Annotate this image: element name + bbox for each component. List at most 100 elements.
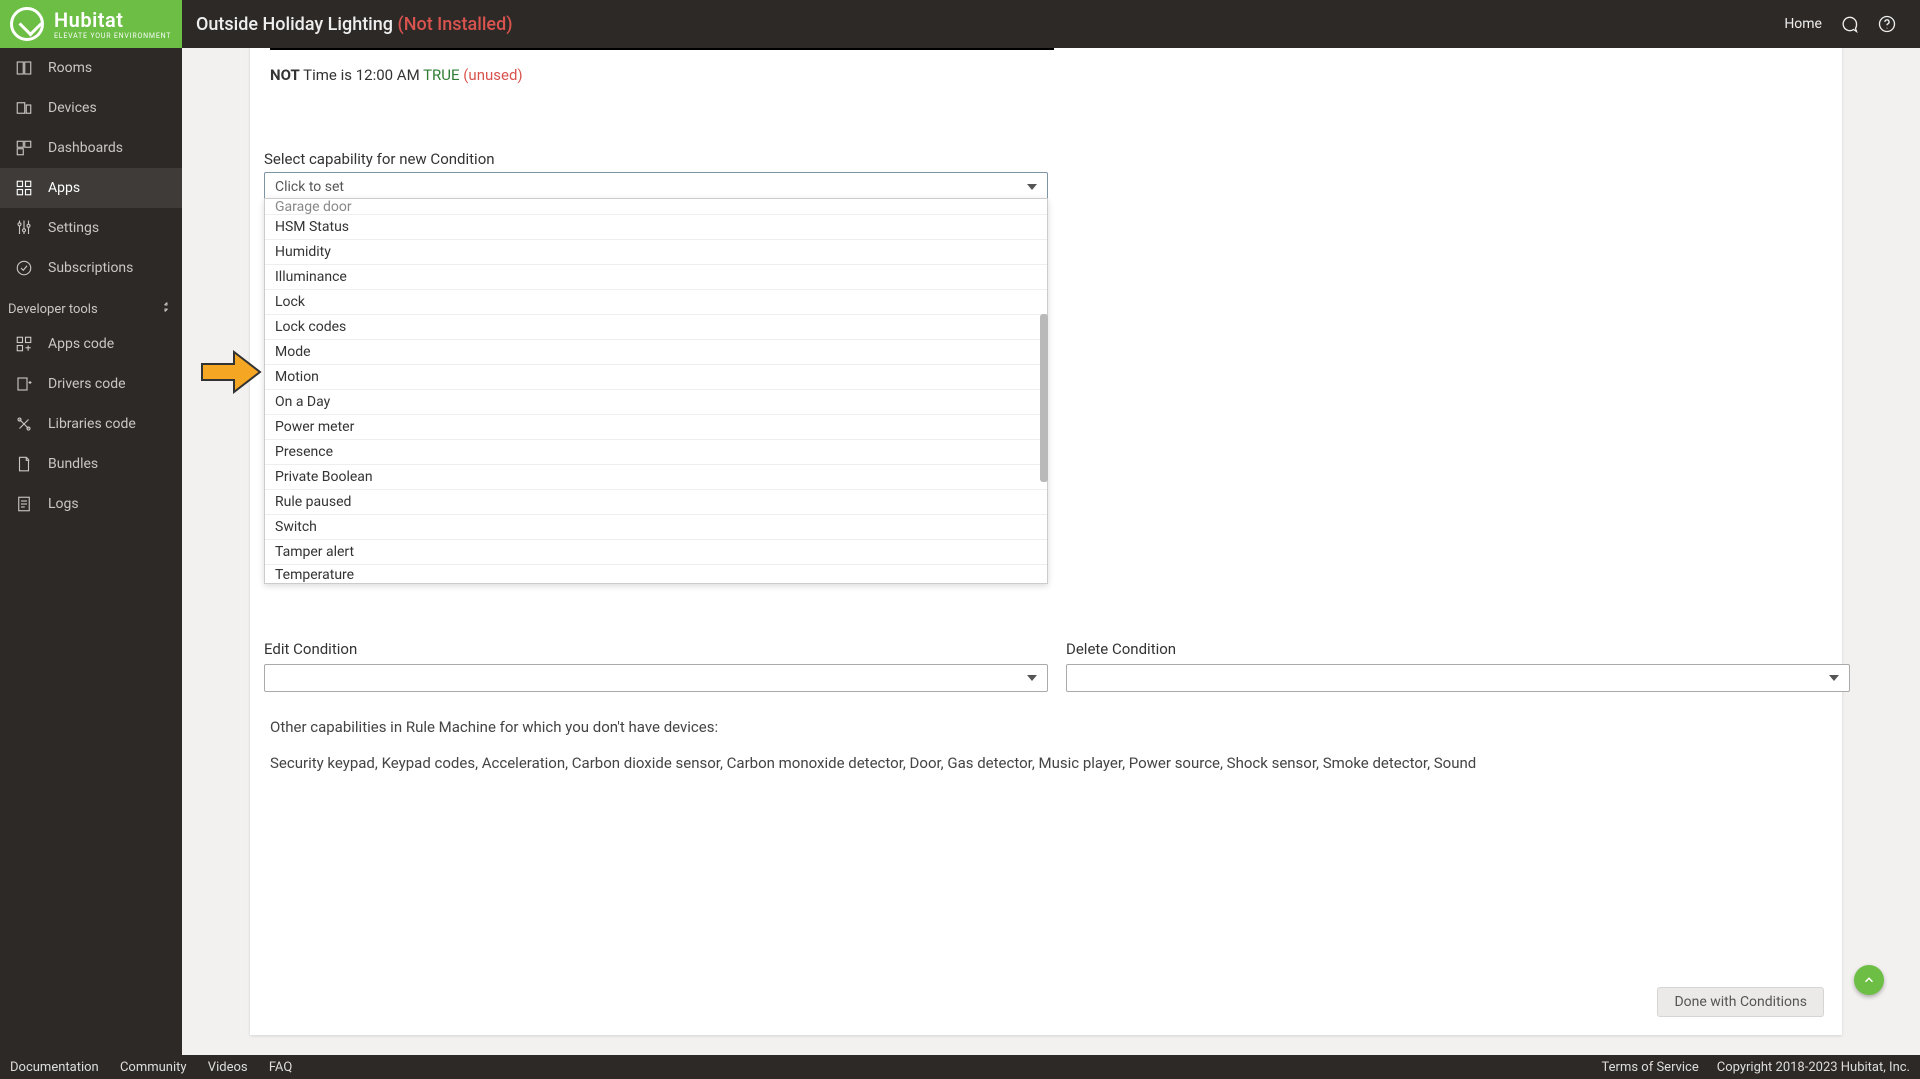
capability-option[interactable]: Lock [265, 290, 1047, 315]
edit-condition-label: Edit Condition [264, 640, 1048, 658]
sidebar-item-rooms[interactable]: Rooms [0, 48, 182, 88]
top-bar: Hubitat ELEVATE YOUR ENVIRONMENT Outside… [0, 0, 1920, 48]
logo-icon [10, 7, 44, 41]
footer-link-community[interactable]: Community [120, 1060, 187, 1075]
bundles-icon [14, 454, 34, 474]
options-scrollbar[interactable] [1040, 314, 1048, 482]
subscriptions-icon [14, 258, 34, 278]
capability-option[interactable]: HSM Status [265, 215, 1047, 240]
apps-code-icon [14, 334, 34, 354]
capability-label: Select capability for new Condition [264, 150, 495, 168]
sidebar-item-label: Libraries code [48, 416, 136, 432]
sidebar-item-apps[interactable]: Apps [0, 168, 182, 208]
settings-icon [14, 218, 34, 238]
condition-box-bottom [270, 48, 1054, 50]
capability-option[interactable]: Rule paused [265, 490, 1047, 515]
delete-condition-block: Delete Condition [1066, 640, 1850, 692]
chevron-down-icon [1027, 184, 1037, 190]
footer-link-videos[interactable]: Videos [208, 1060, 248, 1075]
brand-tagline: ELEVATE YOUR ENVIRONMENT [54, 32, 171, 40]
done-button-label: Done with Conditions [1674, 994, 1807, 1010]
condition-body: Time is 12:00 AM [303, 66, 420, 84]
drivers-code-icon [14, 374, 34, 394]
other-capabilities-list: Security keypad, Keypad codes, Accelerat… [270, 754, 1476, 772]
condition-unused: (unused) [463, 66, 522, 84]
sidebar-item-label: Apps code [48, 336, 114, 352]
sidebar-item-devices[interactable]: Devices [0, 88, 182, 128]
chat-icon[interactable] [1838, 13, 1860, 35]
dev-tools-label: Developer tools [8, 302, 98, 317]
dashboards-icon [14, 138, 34, 158]
content-card: NOT Time is 12:00 AM TRUE (unused) Selec… [250, 48, 1842, 1035]
capability-placeholder: Click to set [275, 179, 344, 195]
delete-condition-dropdown[interactable] [1066, 664, 1850, 692]
capability-option[interactable]: Tamper alert [265, 540, 1047, 565]
sidebar-item-label: Devices [48, 100, 97, 116]
sidebar: Rooms Devices Dashboards Apps Settings S… [0, 48, 182, 1055]
brand-logo[interactable]: Hubitat ELEVATE YOUR ENVIRONMENT [0, 0, 182, 48]
sidebar-item-apps-code[interactable]: Apps code [0, 324, 182, 364]
edit-condition-dropdown[interactable] [264, 664, 1048, 692]
footer-link-documentation[interactable]: Documentation [10, 1060, 99, 1075]
libraries-code-icon [14, 414, 34, 434]
sidebar-item-logs[interactable]: Logs [0, 484, 182, 524]
annotation-arrow [200, 350, 262, 398]
sidebar-item-subscriptions[interactable]: Subscriptions [0, 248, 182, 288]
footer-right: Terms of Service Copyright 2018-2023 Hub… [1602, 1060, 1910, 1075]
sidebar-item-label: Drivers code [48, 376, 126, 392]
arrow-right-icon [200, 350, 262, 394]
capability-option[interactable]: Humidity [265, 240, 1047, 265]
dev-tools-header[interactable]: Developer tools [0, 294, 182, 324]
capability-option[interactable]: Power meter [265, 415, 1047, 440]
page-title-text: Outside Holiday Lighting [196, 14, 393, 35]
sidebar-item-label: Dashboards [48, 140, 123, 156]
sidebar-item-settings[interactable]: Settings [0, 208, 182, 248]
apps-icon [14, 178, 34, 198]
scroll-top-button[interactable] [1854, 965, 1884, 995]
footer-tos[interactable]: Terms of Service [1602, 1060, 1699, 1075]
sidebar-item-dashboards[interactable]: Dashboards [0, 128, 182, 168]
sidebar-item-libraries-code[interactable]: Libraries code [0, 404, 182, 444]
sidebar-item-bundles[interactable]: Bundles [0, 444, 182, 484]
capability-options-list: Garage door HSM Status Humidity Illumina… [264, 198, 1048, 584]
capability-option[interactable]: On a Day [265, 390, 1047, 415]
logs-icon [14, 494, 34, 514]
capability-option[interactable]: Illuminance [265, 265, 1047, 290]
done-with-conditions-button[interactable]: Done with Conditions [1657, 987, 1824, 1017]
devices-icon [14, 98, 34, 118]
footer-bar: Documentation Community Videos FAQ Terms… [0, 1055, 1920, 1079]
capability-option[interactable]: Mode [265, 340, 1047, 365]
home-link[interactable]: Home [1784, 16, 1822, 32]
condition-truth: TRUE [423, 66, 459, 84]
help-icon[interactable] [1876, 13, 1898, 35]
footer-link-faq[interactable]: FAQ [269, 1060, 292, 1075]
capability-option[interactable]: Garage door [265, 199, 1047, 215]
capability-option[interactable]: Temperature [265, 565, 1047, 583]
capability-option[interactable]: Switch [265, 515, 1047, 540]
footer-links: Documentation Community Videos FAQ [10, 1060, 310, 1075]
sidebar-item-label: Bundles [48, 456, 98, 472]
delete-condition-label: Delete Condition [1066, 640, 1850, 658]
condition-not: NOT [270, 66, 300, 84]
condition-summary: NOT Time is 12:00 AM TRUE (unused) [270, 66, 523, 84]
top-right-controls: Home [1784, 13, 1920, 35]
sidebar-item-drivers-code[interactable]: Drivers code [0, 364, 182, 404]
sidebar-item-label: Apps [48, 180, 80, 196]
sidebar-item-label: Logs [48, 496, 79, 512]
capability-option[interactable]: Lock codes [265, 315, 1047, 340]
chevron-down-icon [1829, 675, 1839, 681]
main-area: NOT Time is 12:00 AM TRUE (unused) Selec… [182, 48, 1920, 1055]
collapse-icon [160, 301, 172, 317]
sidebar-item-label: Settings [48, 220, 99, 236]
install-status: (Not Installed) [397, 14, 512, 35]
capability-option[interactable]: Motion [265, 365, 1047, 390]
other-capabilities-label: Other capabilities in Rule Machine for w… [270, 718, 718, 736]
capability-option[interactable]: Presence [265, 440, 1047, 465]
page-title: Outside Holiday Lighting (Not Installed) [196, 14, 513, 35]
footer-copyright: Copyright 2018-2023 Hubitat, Inc. [1717, 1060, 1910, 1075]
capability-option[interactable]: Private Boolean [265, 465, 1047, 490]
edit-condition-block: Edit Condition [264, 640, 1048, 692]
brand-name: Hubitat [54, 8, 171, 32]
logo-text: Hubitat ELEVATE YOUR ENVIRONMENT [54, 8, 171, 40]
sidebar-item-label: Subscriptions [48, 260, 133, 276]
